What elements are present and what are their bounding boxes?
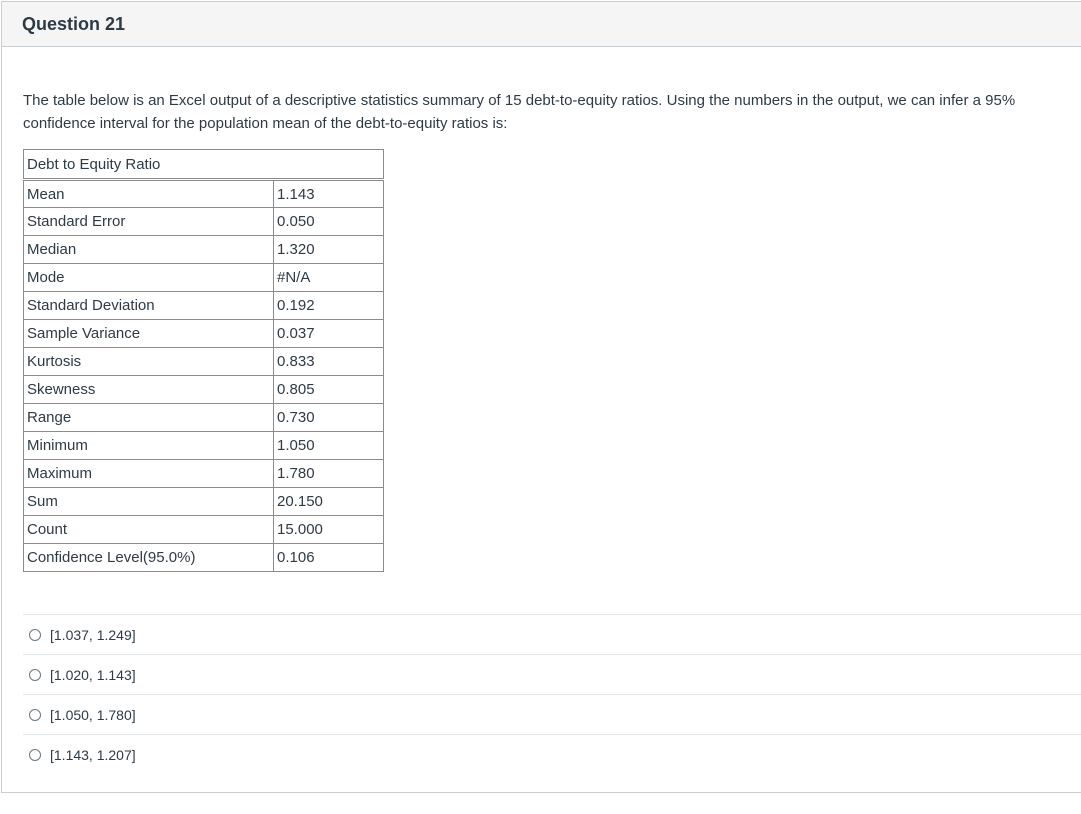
question-title: Question 21 (22, 14, 126, 34)
radio-button[interactable] (29, 628, 41, 641)
answer-label[interactable]: [1.037, 1.249] (50, 627, 136, 643)
table-row: Skewness 0.805 (23, 375, 384, 404)
row-label: Median (23, 235, 274, 264)
row-label: Mode (23, 263, 274, 292)
row-value: 1.320 (273, 235, 384, 264)
row-value: 0.037 (273, 319, 384, 348)
row-label: Sum (23, 487, 274, 516)
table-header: Debt to Equity Ratio (23, 149, 384, 181)
row-value: 0.192 (273, 291, 384, 320)
row-label: Range (23, 403, 274, 432)
row-label: Kurtosis (23, 347, 274, 376)
answer-list: [1.037, 1.249] [1.020, 1.143] [1.050, 1.… (23, 614, 1081, 774)
row-label: Count (23, 515, 274, 544)
table-row: Sum 20.150 (23, 487, 384, 516)
row-label: Sample Variance (23, 319, 274, 348)
table-row: Standard Deviation 0.192 (23, 291, 384, 320)
answer-label[interactable]: [1.050, 1.780] (50, 707, 136, 723)
row-label: Mean (23, 179, 274, 208)
table-row: Standard Error 0.050 (23, 207, 384, 236)
table-row: Sample Variance 0.037 (23, 319, 384, 348)
table-row: Range 0.730 (23, 403, 384, 432)
radio-button[interactable] (29, 748, 41, 761)
answer-option-2[interactable]: [1.020, 1.143] (23, 654, 1081, 694)
row-value: 1.050 (273, 431, 384, 460)
row-label: Standard Deviation (23, 291, 274, 320)
row-value: 1.780 (273, 459, 384, 488)
row-value: 0.805 (273, 375, 384, 404)
table-row: Maximum 1.780 (23, 459, 384, 488)
table-row: Count 15.000 (23, 515, 384, 544)
row-value: 1.143 (273, 179, 384, 208)
row-value: #N/A (273, 263, 384, 292)
row-value: 20.150 (273, 487, 384, 516)
table-row: Confidence Level(95.0%) 0.106 (23, 543, 384, 572)
radio-button[interactable] (29, 668, 41, 681)
row-label: Minimum (23, 431, 274, 460)
answer-option-3[interactable]: [1.050, 1.780] (23, 694, 1081, 734)
answer-option-1[interactable]: [1.037, 1.249] (23, 614, 1081, 654)
row-label: Maximum (23, 459, 274, 488)
answer-label[interactable]: [1.143, 1.207] (50, 747, 136, 763)
table-row: Minimum 1.050 (23, 431, 384, 460)
row-value: 0.730 (273, 403, 384, 432)
row-label: Confidence Level(95.0%) (23, 543, 274, 572)
row-value: 15.000 (273, 515, 384, 544)
stats-table: Debt to Equity Ratio Mean 1.143 Standard… (23, 149, 384, 572)
question-card: Question 21 The table below is an Excel … (1, 1, 1081, 793)
table-row: Kurtosis 0.833 (23, 347, 384, 376)
row-value: 0.833 (273, 347, 384, 376)
answer-option-4[interactable]: [1.143, 1.207] (23, 734, 1081, 774)
table-row: Median 1.320 (23, 235, 384, 264)
row-value: 0.050 (273, 207, 384, 236)
question-header: Question 21 (2, 2, 1081, 47)
row-label: Skewness (23, 375, 274, 404)
table-row: Mean 1.143 (23, 179, 384, 208)
table-row: Mode #N/A (23, 263, 384, 292)
table-header-row: Debt to Equity Ratio (23, 149, 384, 181)
row-value: 0.106 (273, 543, 384, 572)
question-text: The table below is an Excel output of a … (23, 92, 1016, 132)
row-label: Standard Error (23, 207, 274, 236)
radio-button[interactable] (29, 708, 41, 721)
answer-label[interactable]: [1.020, 1.143] (50, 667, 136, 683)
